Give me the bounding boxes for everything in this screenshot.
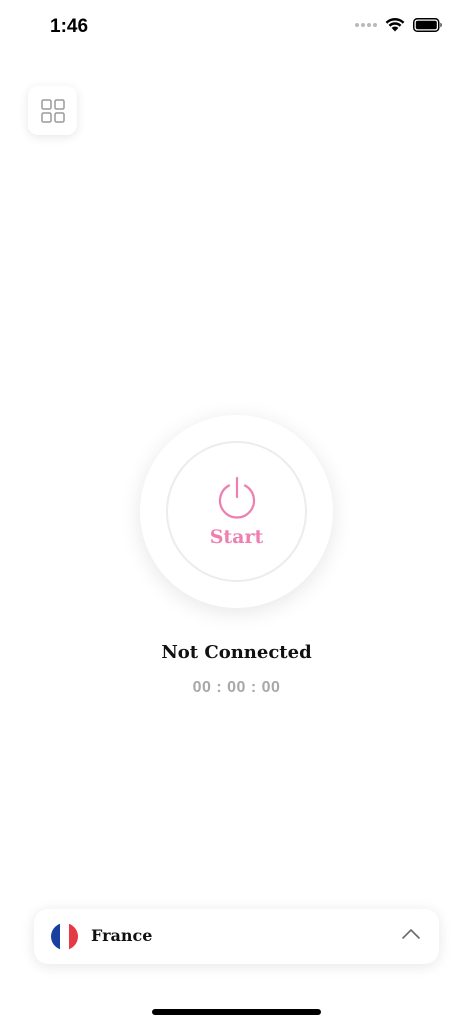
cellular-signal-icon bbox=[355, 22, 377, 27]
menu-button[interactable] bbox=[28, 86, 77, 135]
grid-icon bbox=[40, 98, 65, 123]
chevron-up-icon[interactable] bbox=[401, 927, 421, 941]
start-button[interactable]: Start bbox=[140, 415, 333, 608]
country-selector[interactable]: France bbox=[34, 909, 439, 964]
country-name: France bbox=[91, 926, 153, 945]
power-icon bbox=[218, 476, 255, 519]
battery-icon bbox=[413, 17, 442, 32]
home-indicator bbox=[152, 1009, 321, 1015]
status-icons bbox=[355, 17, 443, 32]
wifi-icon bbox=[385, 17, 405, 32]
connection-timer: 00 : 00 : 00 bbox=[192, 679, 281, 696]
start-button-inner[interactable]: Start bbox=[166, 441, 307, 582]
status-time: 1:46 bbox=[50, 16, 89, 37]
status-bar: 1:46 bbox=[0, 0, 473, 54]
vpn-home-screen: 1:46 Start Not Connected 00: 00: 00 Fr… bbox=[0, 0, 473, 1024]
start-label: Start bbox=[209, 525, 264, 548]
connection-status: Not Connected bbox=[161, 642, 312, 663]
france-flag-icon bbox=[51, 923, 78, 950]
